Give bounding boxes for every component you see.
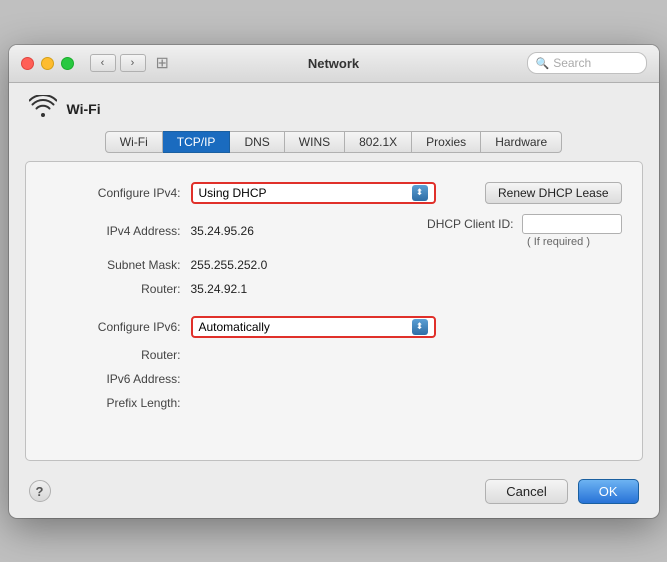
forward-button[interactable]: › <box>120 54 146 72</box>
help-button[interactable]: ? <box>29 480 51 502</box>
bottom-bar: ? Cancel OK <box>9 471 659 518</box>
configure-ipv4-value: Using DHCP <box>199 186 267 200</box>
tab-wins[interactable]: WINS <box>285 131 345 153</box>
wifi-header: Wi-Fi <box>9 83 659 131</box>
grid-icon: ⊞ <box>156 53 169 73</box>
window-title: Network <box>308 56 359 71</box>
search-bar[interactable]: 🔍 Search <box>527 52 647 74</box>
dhcp-client-input[interactable] <box>522 214 622 234</box>
traffic-lights <box>21 57 74 70</box>
ipv6-address-label: IPv6 Address: <box>46 372 191 386</box>
ok-button[interactable]: OK <box>578 479 639 504</box>
ipv4-address-label: IPv4 Address: <box>46 224 191 238</box>
tab-wifi[interactable]: Wi-Fi <box>105 131 163 153</box>
subnet-mask-label: Subnet Mask: <box>46 258 191 272</box>
minimize-button[interactable] <box>41 57 54 70</box>
ipv6-address-row: IPv6 Address: <box>46 372 622 386</box>
configure-ipv6-row: Configure IPv6: Automatically ⬍ <box>46 316 622 338</box>
prefix-length-label: Prefix Length: <box>46 396 191 410</box>
search-placeholder: Search <box>553 56 591 70</box>
cancel-button[interactable]: Cancel <box>485 479 567 504</box>
configure-ipv4-label: Configure IPv4: <box>46 186 191 200</box>
dropdown-arrow-icon: ⬍ <box>412 185 428 201</box>
settings-panel: Configure IPv4: Using DHCP ⬍ Renew DHCP … <box>25 161 643 461</box>
content-area: Wi-Fi Wi-Fi TCP/IP DNS WINS 802.1X Proxi… <box>9 83 659 518</box>
nav-buttons: ‹ › <box>90 54 146 72</box>
dhcp-client-label: DHCP Client ID: <box>427 217 513 231</box>
dhcp-client-row: DHCP Client ID: <box>427 214 621 234</box>
configure-ipv6-dropdown[interactable]: Automatically ⬍ <box>191 316 436 338</box>
wifi-label: Wi-Fi <box>67 101 101 117</box>
ipv6-router-row: Router: <box>46 348 622 362</box>
renew-dhcp-button[interactable]: Renew DHCP Lease <box>485 182 622 204</box>
tab-dns[interactable]: DNS <box>230 131 284 153</box>
ipv6-router-label: Router: <box>46 348 191 362</box>
router-row: Router: 35.24.92.1 <box>46 282 622 296</box>
prefix-length-row: Prefix Length: <box>46 396 622 410</box>
router-label: Router: <box>46 282 191 296</box>
configure-ipv4-row: Configure IPv4: Using DHCP ⬍ Renew DHCP … <box>46 182 622 204</box>
tab-proxies[interactable]: Proxies <box>412 131 481 153</box>
maximize-button[interactable] <box>61 57 74 70</box>
close-button[interactable] <box>21 57 34 70</box>
subnet-mask-row: Subnet Mask: 255.255.252.0 <box>46 258 622 272</box>
title-bar: ‹ › ⊞ Network 🔍 Search <box>9 45 659 83</box>
ipv4-address-row: IPv4 Address: 35.24.95.26 DHCP Client ID… <box>46 214 622 248</box>
configure-ipv6-value: Automatically <box>199 320 270 334</box>
configure-ipv6-label: Configure IPv6: <box>46 320 191 334</box>
back-button[interactable]: ‹ <box>90 54 116 72</box>
router-value: 35.24.92.1 <box>191 282 248 296</box>
tabs-bar: Wi-Fi TCP/IP DNS WINS 802.1X Proxies Har… <box>9 131 659 161</box>
tab-8021x[interactable]: 802.1X <box>345 131 412 153</box>
tab-tcpip[interactable]: TCP/IP <box>163 131 231 153</box>
network-window: ‹ › ⊞ Network 🔍 Search Wi-Fi Wi-Fi <box>9 45 659 518</box>
action-buttons: Cancel OK <box>485 479 638 504</box>
configure-ipv4-dropdown[interactable]: Using DHCP ⬍ <box>191 182 436 204</box>
wifi-icon <box>29 95 57 123</box>
ipv6-dropdown-arrow-icon: ⬍ <box>412 319 428 335</box>
tab-hardware[interactable]: Hardware <box>481 131 562 153</box>
subnet-mask-value: 255.255.252.0 <box>191 258 268 272</box>
if-required-text: ( If required ) <box>527 236 590 248</box>
ipv4-address-value: 35.24.95.26 <box>191 224 254 238</box>
search-icon: 🔍 <box>536 57 550 70</box>
